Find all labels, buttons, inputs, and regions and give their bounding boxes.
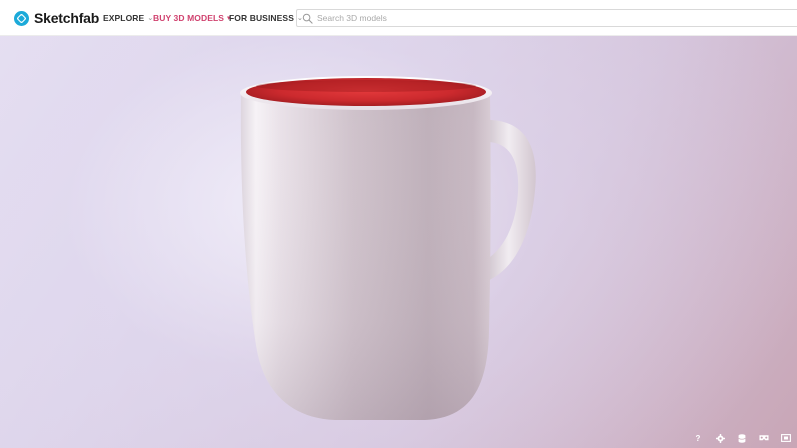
top-navigation-bar: Sketchfab EXPLORE ⌄ BUY 3D MODELS ▾ FOR … (0, 0, 797, 36)
viewer-controls: ? (681, 432, 791, 444)
brand-name: Sketchfab (34, 10, 100, 26)
help-icon[interactable]: ? (693, 433, 703, 443)
nav-for-business-label: FOR BUSINESS (229, 13, 294, 23)
vr-headset-icon (759, 435, 769, 441)
fullscreen-icon[interactable] (781, 433, 791, 443)
sketchfab-page: Sketchfab EXPLORE ⌄ BUY 3D MODELS ▾ FOR … (0, 0, 797, 448)
3d-model-viewer[interactable]: ? (0, 36, 797, 448)
search-input[interactable] (317, 13, 717, 23)
expand-icon (781, 434, 791, 442)
vr-icon[interactable] (759, 433, 769, 443)
sketchfab-logo-icon (14, 10, 29, 26)
nav-buy-3d-models[interactable]: BUY 3D MODELS ▾ (153, 0, 231, 36)
mug-model[interactable] (0, 36, 797, 448)
mug-body-shading (240, 94, 491, 420)
nav-for-business[interactable]: FOR BUSINESS ⌄ (229, 0, 303, 36)
sketchfab-logo[interactable]: Sketchfab (14, 9, 99, 27)
help-glyph: ? (695, 433, 701, 443)
mug-interior-shadow (256, 80, 476, 92)
search-icon (302, 13, 313, 24)
database-icon (738, 433, 746, 443)
nav-explore-label: EXPLORE (103, 13, 145, 23)
search-box[interactable] (296, 9, 797, 27)
nav-explore[interactable]: EXPLORE ⌄ (103, 0, 153, 36)
gear-icon (715, 433, 725, 443)
nav-buy-3d-models-label: BUY 3D MODELS (153, 13, 225, 23)
layers-icon[interactable] (737, 433, 747, 443)
settings-icon[interactable] (715, 433, 725, 443)
